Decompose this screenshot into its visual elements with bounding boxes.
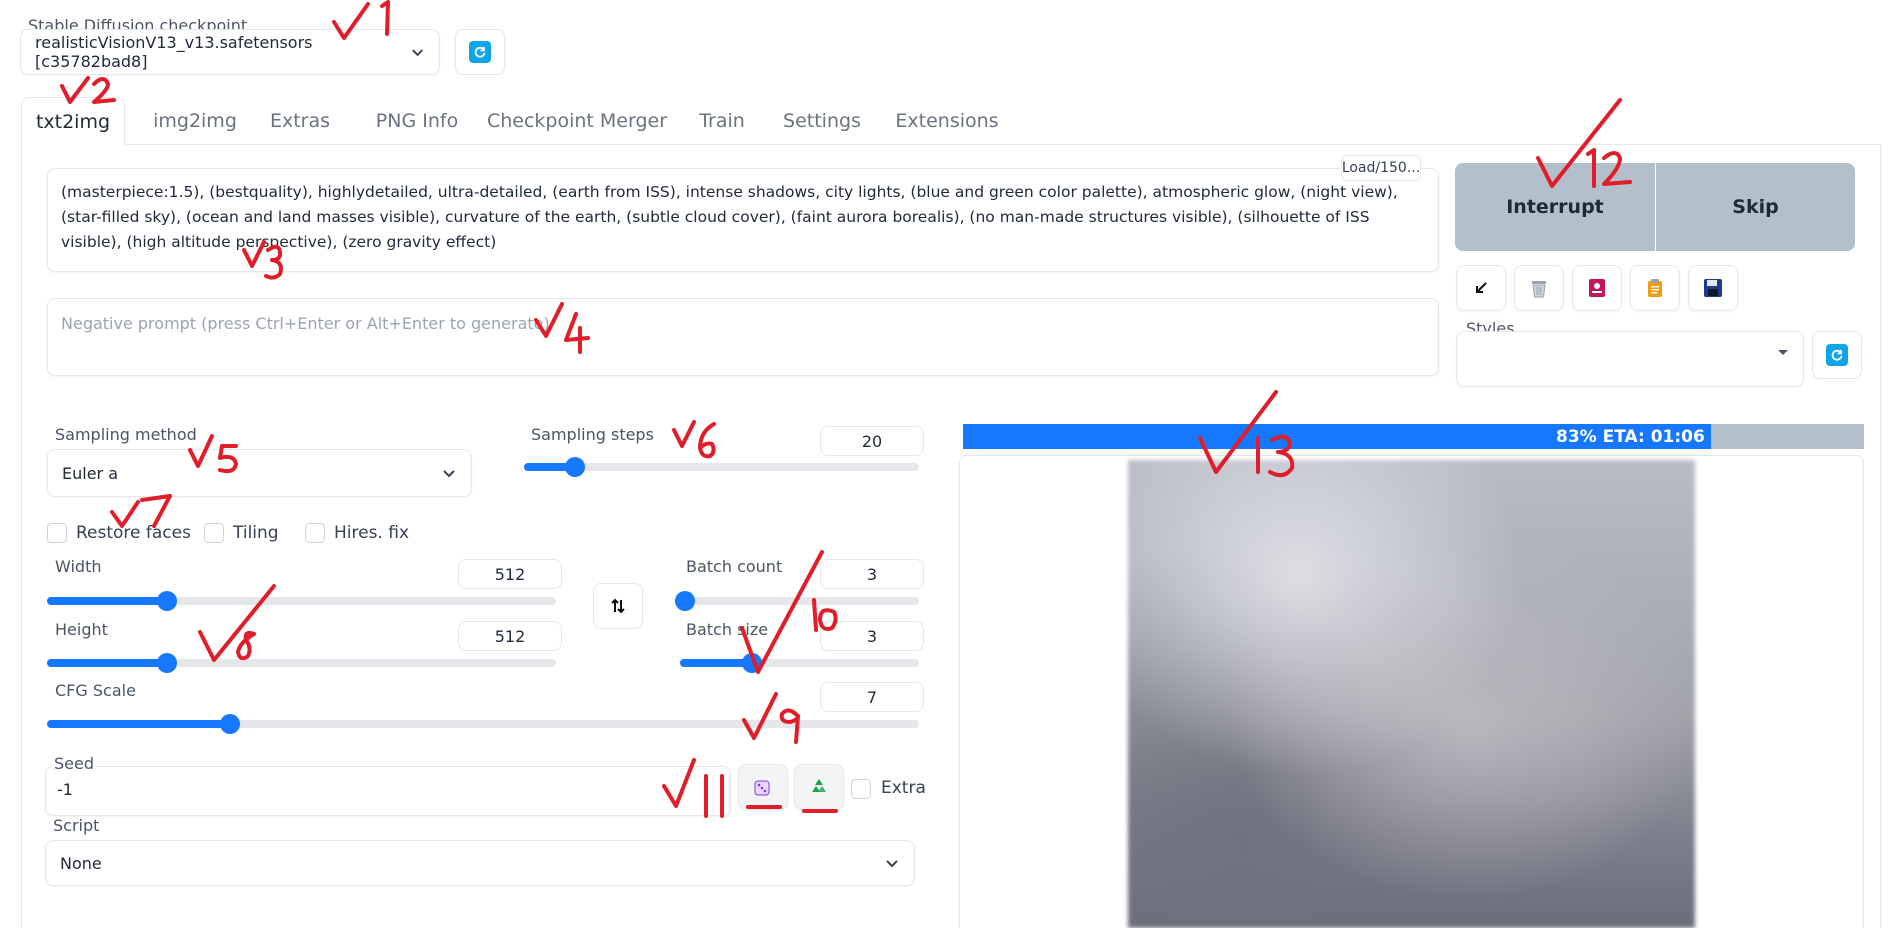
prompt-text: (masterpiece:1.5), (bestquality), highly… xyxy=(61,183,1398,251)
styles-refresh-button[interactable] xyxy=(1812,331,1862,379)
sampling-steps-slider[interactable] xyxy=(524,457,919,477)
slider-fill xyxy=(47,659,167,667)
random-seed-button[interactable] xyxy=(738,764,788,810)
cfg-scale-slider[interactable] xyxy=(47,714,919,734)
apply-style-button[interactable] xyxy=(1630,265,1680,311)
recycle-icon xyxy=(812,779,826,792)
extra-seed-checkbox[interactable] xyxy=(851,779,871,799)
seed-input[interactable]: -1 xyxy=(57,780,73,799)
script-label: Script xyxy=(53,816,100,835)
slider-handle[interactable] xyxy=(675,591,695,611)
tab-img2img[interactable]: img2img xyxy=(147,97,243,145)
batch-count-slider[interactable] xyxy=(675,591,919,611)
cfg-scale-input[interactable]: 7 xyxy=(820,682,924,712)
restore-faces-checkbox[interactable] xyxy=(47,523,67,543)
generated-image-preview[interactable] xyxy=(1128,460,1695,928)
cfg-scale-label: CFG Scale xyxy=(55,681,136,700)
batch-count-label: Batch count xyxy=(686,557,783,576)
slider-handle[interactable] xyxy=(565,457,585,477)
show-extra-networks-button[interactable] xyxy=(1572,265,1622,311)
slider-handle[interactable] xyxy=(157,591,177,611)
photo-card-icon xyxy=(1589,279,1605,297)
slider-handle[interactable] xyxy=(157,653,177,673)
batch-size-slider[interactable] xyxy=(680,653,919,673)
tiling-label: Tiling xyxy=(233,523,279,543)
sampling-steps-label: Sampling steps xyxy=(531,425,654,444)
batch-size-label: Batch size xyxy=(686,620,769,639)
width-slider[interactable] xyxy=(47,591,556,611)
batch-count-input[interactable]: 3 xyxy=(820,559,924,589)
generation-progress-bar: 83% ETA: 01:06 xyxy=(963,424,1864,449)
slider-fill xyxy=(47,720,230,728)
tab-extensions[interactable]: Extensions xyxy=(877,97,1017,145)
height-input[interactable]: 512 xyxy=(458,621,562,651)
dice-icon xyxy=(754,780,770,796)
caret-down-icon xyxy=(1778,350,1788,355)
tiling-checkbox[interactable] xyxy=(204,523,224,543)
checkpoint-dropdown[interactable]: realisticVisionV13_v13.safetensors [c357… xyxy=(20,29,440,75)
height-slider[interactable] xyxy=(47,653,556,673)
restore-faces-label: Restore faces xyxy=(76,523,191,543)
floppy-disk-icon xyxy=(1704,279,1722,297)
extra-seed-label: Extra xyxy=(881,778,926,798)
seed-field xyxy=(45,766,731,816)
script-dropdown[interactable]: None xyxy=(45,840,915,886)
trash-icon xyxy=(1532,281,1546,298)
tab-settings[interactable]: Settings xyxy=(767,97,877,145)
arrow-down-left-icon xyxy=(1476,282,1487,293)
tab-txt2img[interactable]: txt2img xyxy=(21,97,125,146)
main-tabs: txt2img img2img Extras PNG Info Checkpoi… xyxy=(21,97,1881,146)
batch-size-input[interactable]: 3 xyxy=(820,621,924,651)
tab-checkpoint-merger[interactable]: Checkpoint Merger xyxy=(477,97,677,145)
script-value: None xyxy=(60,853,102,873)
slider-handle[interactable] xyxy=(220,714,240,734)
progress-fill: 83% ETA: 01:06 xyxy=(963,424,1711,449)
skip-button[interactable]: Skip xyxy=(1656,163,1855,251)
progress-text: 83% ETA: 01:06 xyxy=(1556,426,1705,447)
width-label: Width xyxy=(55,557,102,576)
swap-dimensions-button[interactable] xyxy=(593,583,643,629)
save-style-button[interactable] xyxy=(1688,265,1738,311)
tab-train[interactable]: Train xyxy=(677,97,767,145)
chevron-down-icon xyxy=(411,49,423,57)
sampling-method-label: Sampling method xyxy=(55,425,197,444)
interrupt-button[interactable]: Interrupt xyxy=(1455,163,1655,251)
read-params-button[interactable] xyxy=(1456,265,1506,311)
sampling-steps-input[interactable]: 20 xyxy=(820,426,924,456)
styles-dropdown[interactable] xyxy=(1456,331,1804,387)
clear-prompt-button[interactable] xyxy=(1514,265,1564,311)
slider-handle[interactable] xyxy=(742,653,762,673)
width-input[interactable]: 512 xyxy=(458,559,562,589)
token-counter-badge: Load/150... xyxy=(1341,155,1421,181)
reuse-seed-button[interactable] xyxy=(794,764,844,810)
swap-arrows-icon xyxy=(611,598,625,614)
chevron-down-icon xyxy=(886,860,898,868)
slider-fill xyxy=(47,597,167,605)
sampling-method-dropdown[interactable]: Euler a xyxy=(47,449,472,497)
tab-png-info[interactable]: PNG Info xyxy=(357,97,477,145)
refresh-icon xyxy=(1826,344,1848,366)
clipboard-icon xyxy=(1648,279,1662,297)
checkpoint-refresh-button[interactable] xyxy=(455,29,505,75)
chevron-down-icon xyxy=(443,470,455,478)
negative-prompt-placeholder: Negative prompt (press Ctrl+Enter or Alt… xyxy=(61,314,550,333)
sampling-method-value: Euler a xyxy=(62,463,119,483)
seed-label: Seed xyxy=(52,754,96,773)
hires-fix-checkbox[interactable] xyxy=(305,523,325,543)
hires-fix-label: Hires. fix xyxy=(334,523,410,543)
refresh-icon xyxy=(469,41,491,63)
checkpoint-value: realisticVisionV13_v13.safetensors [c357… xyxy=(35,33,313,71)
height-label: Height xyxy=(55,620,108,639)
tab-extras[interactable]: Extras xyxy=(265,97,335,145)
